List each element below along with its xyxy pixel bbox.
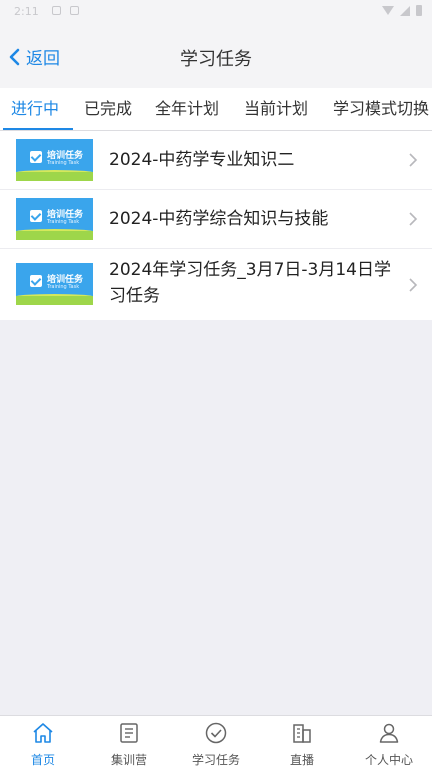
signal-icon — [400, 5, 410, 16]
nav-training-camp[interactable]: 集训营 — [86, 716, 172, 768]
checklist-icon — [120, 723, 138, 743]
home-icon — [33, 723, 53, 743]
active-tab-indicator — [3, 128, 73, 130]
header: 返回 学习任务 — [0, 24, 432, 88]
checkbox-icon — [30, 210, 42, 222]
checkbox-icon — [30, 151, 42, 163]
tab-study-mode-switch[interactable]: 学习模式切换 — [333, 88, 429, 130]
tab-yearly-plan[interactable]: 全年计划 — [155, 88, 219, 130]
task-title: 2024-中药学专业知识二 — [109, 150, 295, 170]
training-task-thumbnail: 培训任务 Training Task — [16, 263, 93, 305]
nav-live[interactable]: 直播 — [259, 716, 345, 768]
chevron-right-icon — [409, 212, 418, 226]
list-item[interactable]: 培训任务 Training Task 2024-中药学专业知识二 — [0, 131, 432, 190]
list-item[interactable]: 培训任务 Training Task 2024-中药学综合知识与技能 — [0, 190, 432, 249]
training-task-thumbnail: 培训任务 Training Task — [16, 139, 93, 181]
notification-icon — [70, 6, 79, 15]
task-title: 2024年学习任务_3月7日-3月14日学习任务 — [109, 260, 391, 306]
nav-profile[interactable]: 个人中心 — [346, 716, 432, 768]
chevron-right-icon — [409, 153, 418, 167]
task-list: 培训任务 Training Task 2024-中药学专业知识二 培训任务 Tr… — [0, 131, 432, 320]
list-item[interactable]: 培训任务 Training Task 2024年学习任务_3月7日-3月14日学… — [0, 249, 432, 320]
bottom-nav: 首页 集训营 学习任务 直播 个人中心 — [0, 715, 432, 768]
check-circle-icon — [205, 722, 227, 744]
battery-icon — [416, 5, 422, 16]
page-title: 学习任务 — [180, 49, 252, 70]
status-bar: 2:11 — [0, 0, 432, 24]
training-task-thumbnail: 培训任务 Training Task — [16, 198, 93, 240]
chevron-right-icon — [409, 278, 418, 292]
tab-bar: 进行中 已完成 全年计划 当前计划 学习模式切换 — [0, 88, 432, 131]
wifi-icon — [382, 6, 394, 15]
building-icon — [293, 724, 311, 743]
nav-home[interactable]: 首页 — [0, 716, 86, 768]
checkbox-icon — [30, 275, 42, 287]
tab-current-plan[interactable]: 当前计划 — [244, 88, 308, 130]
status-time: 2:11 — [14, 5, 39, 18]
person-icon — [379, 723, 399, 743]
notification-icon — [52, 6, 61, 15]
nav-study-tasks[interactable]: 学习任务 — [173, 716, 259, 768]
tab-completed[interactable]: 已完成 — [84, 88, 132, 130]
tab-in-progress[interactable]: 进行中 — [11, 88, 59, 130]
task-title: 2024-中药学综合知识与技能 — [109, 209, 329, 229]
